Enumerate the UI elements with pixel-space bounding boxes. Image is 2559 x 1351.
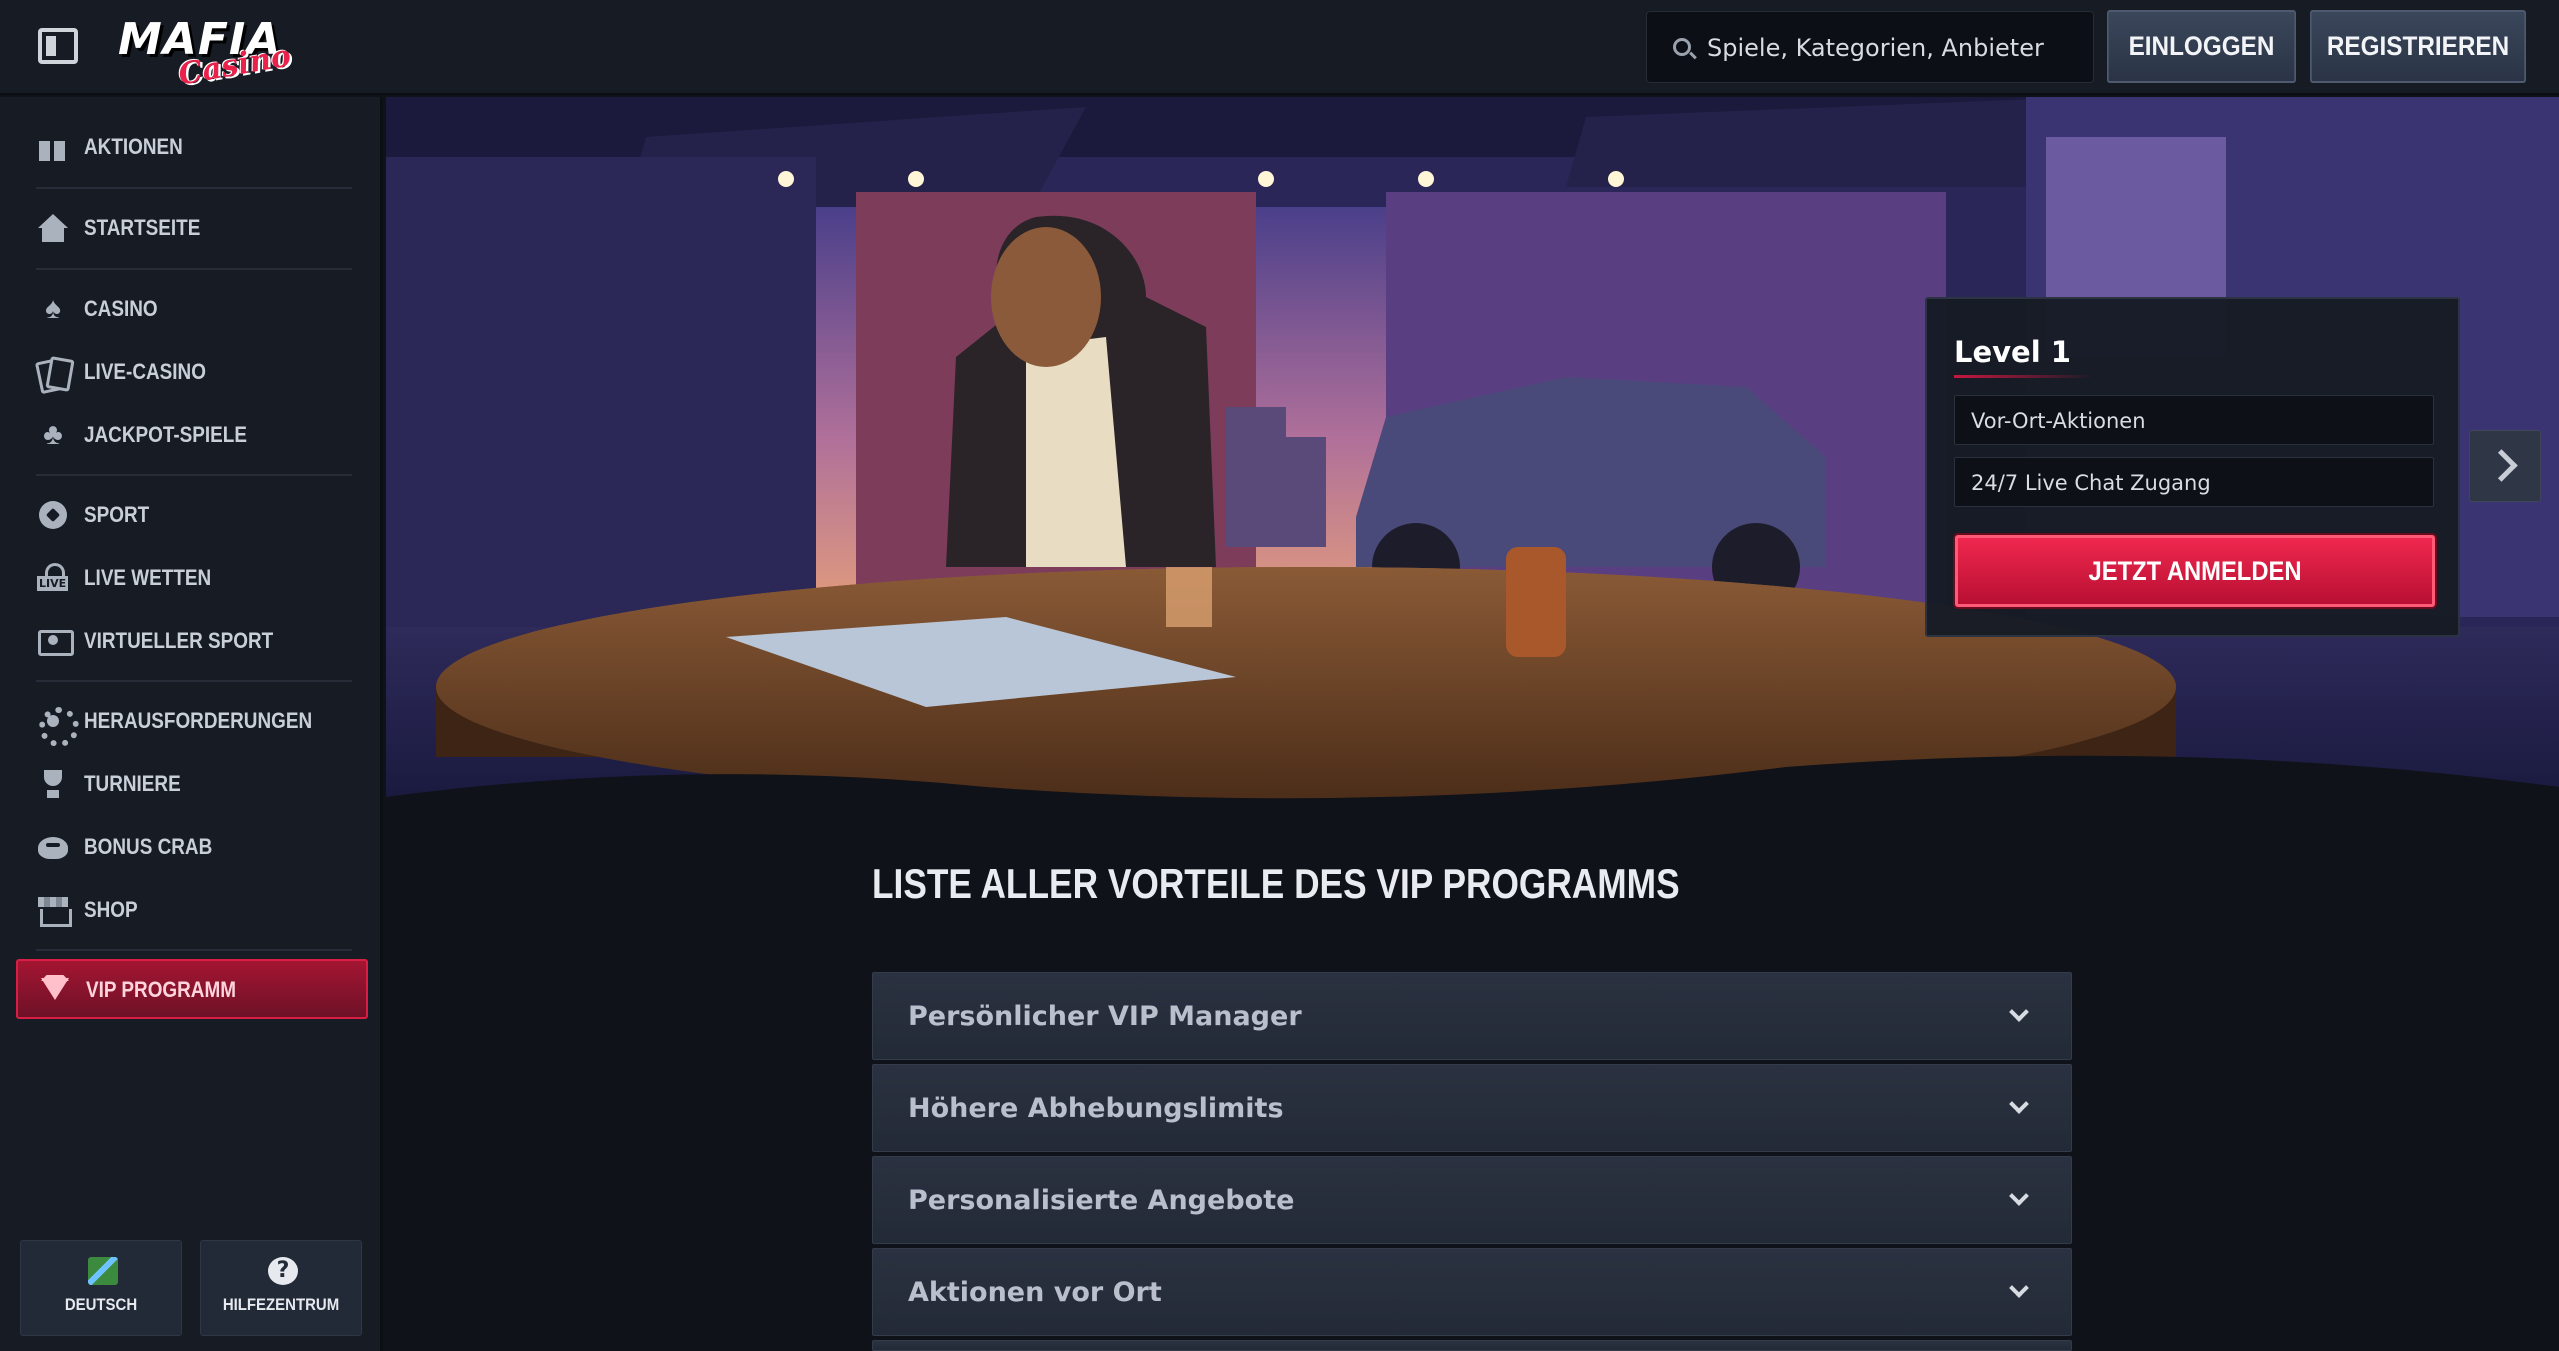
benefit-accordion-item[interactable]: Aktionen vor Ort <box>872 1248 2072 1336</box>
benefit-label: Höhere Abhebungslimits <box>908 1093 1284 1124</box>
trophy-icon <box>36 768 70 800</box>
sidebar-item-bonus-crab[interactable]: BONUS CRAB <box>36 823 356 871</box>
register-now-button[interactable]: JETZT ANMELDEN <box>1955 535 2435 607</box>
live-icon <box>36 562 70 594</box>
search-box[interactable] <box>1646 11 2094 83</box>
level-title: Level 1 <box>1954 335 2071 369</box>
crab-icon <box>36 831 70 863</box>
sidebar-item-label: AKTIONEN <box>84 134 183 159</box>
chevron-down-icon <box>2009 1002 2029 1022</box>
sidebar-item-turniere[interactable]: TURNIERE <box>36 760 356 808</box>
chevron-down-icon <box>2009 1278 2029 1298</box>
sidebar-divider <box>36 680 352 682</box>
sidebar: AKTIONEN STARTSEITE ♠ CASINO LIVE-CASINO… <box>0 97 383 1351</box>
level-feature-item: Vor-Ort-Aktionen <box>1954 395 2434 445</box>
sidebar-item-shop[interactable]: SHOP <box>36 886 356 934</box>
sidebar-item-vip-programm[interactable]: VIP PROGRAMM <box>16 959 368 1019</box>
globe-icon <box>88 1257 118 1285</box>
help-center-label: HILFEZENTRUM <box>222 1295 340 1314</box>
sidebar-item-aktionen[interactable]: AKTIONEN <box>36 123 356 171</box>
next-level-arrow-icon[interactable] <box>2469 430 2541 502</box>
sidebar-divider <box>36 474 352 476</box>
virtual-sport-icon <box>36 625 74 657</box>
sidebar-item-label: VIP PROGRAMM <box>86 977 236 1002</box>
spade-icon: ♠ <box>45 292 61 325</box>
vip-level-card: Level 1 Vor-Ort-Aktionen 24/7 Live Chat … <box>1925 297 2460 637</box>
sidebar-item-sport[interactable]: SPORT <box>36 491 356 539</box>
sidebar-item-label: SPORT <box>84 502 150 527</box>
sidebar-item-startseite[interactable]: STARTSEITE <box>36 204 356 252</box>
language-label: DEUTSCH <box>64 1295 138 1314</box>
search-input[interactable] <box>1707 26 2077 70</box>
sidebar-divider <box>36 187 352 189</box>
sidebar-item-label: STARTSEITE <box>84 215 201 240</box>
mafia-casino-logo[interactable]: MAFIA Casino <box>118 12 294 93</box>
benefit-accordion-item[interactable]: Persönlicher VIP Manager <box>872 972 2072 1060</box>
level-underline <box>1954 375 2094 378</box>
sidebar-item-label: TURNIERE <box>84 771 181 796</box>
cta-label: JETZT ANMELDEN <box>2088 555 2302 586</box>
sidebar-item-label: SHOP <box>84 897 138 922</box>
soccer-ball-icon <box>36 499 70 531</box>
clover-icon: ♣ <box>43 418 63 451</box>
sidebar-item-label: LIVE WETTEN <box>84 565 212 590</box>
cards-icon <box>36 356 70 388</box>
register-button[interactable]: REGISTRIEREN <box>2310 10 2526 83</box>
shop-icon <box>36 894 72 927</box>
sidebar-item-live-wetten[interactable]: LIVE WETTEN <box>36 554 356 602</box>
benefit-label: Persönlicher VIP Manager <box>908 1001 1302 1032</box>
sidebar-item-label: VIRTUELLER SPORT <box>84 628 274 653</box>
sidebar-item-label: JACKPOT-SPIELE <box>84 422 247 447</box>
sidebar-item-casino[interactable]: ♠ CASINO <box>36 285 356 333</box>
sidebar-item-label: LIVE-CASINO <box>84 359 206 384</box>
chevron-down-icon <box>2009 1094 2029 1114</box>
gift-icon <box>36 131 70 163</box>
sidebar-item-jackpot-spiele[interactable]: ♣ JACKPOT-SPIELE <box>36 411 356 459</box>
sidebar-divider <box>36 949 352 951</box>
benefit-accordion-item[interactable]: Personalisierte Angebote <box>872 1156 2072 1244</box>
sidebar-item-vip-row: VIP PROGRAMM <box>38 966 358 1014</box>
benefit-accordion-item-partial[interactable] <box>872 1340 2072 1351</box>
sidebar-divider <box>36 268 352 270</box>
sidebar-toggle-icon[interactable] <box>38 28 78 64</box>
sidebar-item-herausforderungen[interactable]: HERAUSFORDERUNGEN <box>36 697 356 747</box>
benefit-label: Aktionen vor Ort <box>908 1277 1162 1308</box>
hero-banner: Level 1 Vor-Ort-Aktionen 24/7 Live Chat … <box>386 97 2559 834</box>
search-icon <box>1673 38 1691 56</box>
help-center-button[interactable]: ? HILFEZENTRUM <box>200 1240 362 1336</box>
benefit-label: Personalisierte Angebote <box>908 1185 1295 1216</box>
section-title: LISTE ALLER VORTEILE DES VIP PROGRAMMS <box>872 860 1680 907</box>
help-icon: ? <box>268 1257 298 1285</box>
home-icon <box>36 212 70 244</box>
sidebar-item-live-casino[interactable]: LIVE-CASINO <box>36 348 356 396</box>
chevron-down-icon <box>2009 1186 2029 1206</box>
sidebar-item-label: BONUS CRAB <box>84 834 213 859</box>
sidebar-item-label: HERAUSFORDERUNGEN <box>84 708 313 733</box>
language-button[interactable]: DEUTSCH <box>20 1240 182 1336</box>
sidebar-item-virtueller-sport[interactable]: VIRTUELLER SPORT <box>36 617 356 665</box>
login-button[interactable]: EINLOGGEN <box>2107 10 2296 83</box>
top-header: MAFIA Casino EINLOGGEN REGISTRIEREN <box>0 0 2559 95</box>
level-feature-item: 24/7 Live Chat Zugang <box>1954 457 2434 507</box>
diamond-icon <box>38 974 72 1006</box>
benefit-accordion-item[interactable]: Höhere Abhebungslimits <box>872 1064 2072 1152</box>
sidebar-item-label: CASINO <box>84 296 158 321</box>
gear-icon <box>36 705 79 747</box>
